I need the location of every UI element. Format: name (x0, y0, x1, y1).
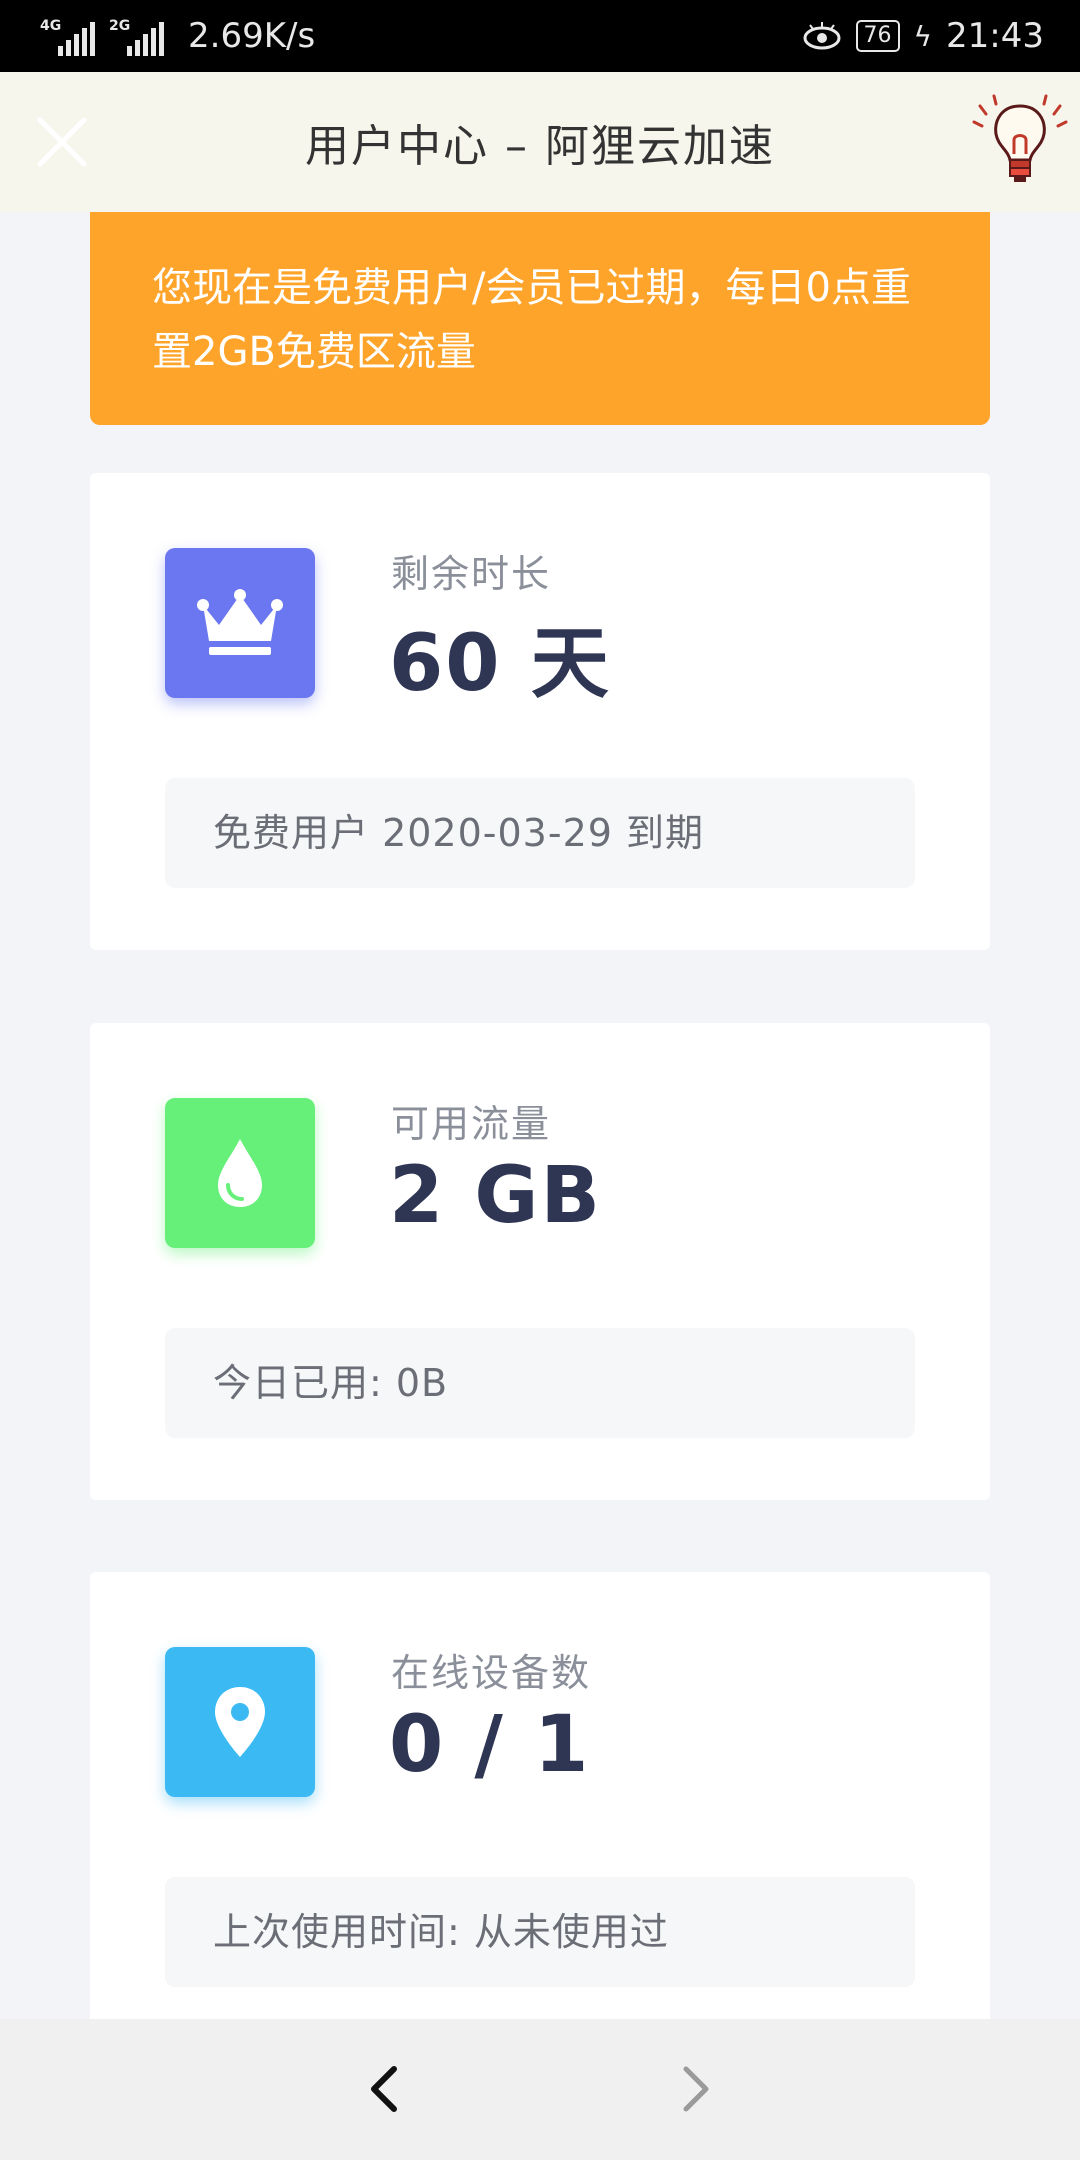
network-type-2: 2G (109, 18, 131, 34)
drop-icon (218, 1139, 262, 1207)
remaining-time-card: 剩余时长 60 天 免费用户 2020-03-29 到期 (90, 473, 990, 950)
chevron-left-icon (371, 2066, 397, 2112)
network-type-1: 4G (40, 18, 62, 34)
network-speed: 2.69K/s (188, 16, 316, 56)
available-traffic-label: 可用流量 (391, 1102, 552, 1146)
location-icon-tile (165, 1647, 315, 1797)
today-usage-info: 今日已用: 0B (165, 1328, 915, 1438)
expiry-info: 免费用户 2020-03-29 到期 (165, 778, 915, 888)
signal-4g-icon: 4G (40, 16, 95, 56)
online-devices-card: 在线设备数 0 / 1 上次使用时间: 从未使用过 (90, 1572, 990, 2049)
chevron-right-icon (683, 2066, 709, 2112)
membership-notice: 您现在是免费用户/会员已过期，每日0点重置2GB免费区流量 (90, 212, 990, 425)
notice-text: 您现在是免费用户/会员已过期，每日0点重置2GB免费区流量 (152, 265, 911, 375)
forward-button[interactable] (664, 2059, 724, 2119)
remaining-time-value: 60 天 (389, 619, 611, 709)
online-devices-label: 在线设备数 (391, 1651, 592, 1695)
battery-level: 76 (855, 20, 900, 52)
drop-icon-tile (165, 1098, 315, 1248)
bottom-navigation (0, 2019, 1080, 2160)
lightbulb-icon (972, 94, 1068, 182)
close-button[interactable] (34, 114, 90, 170)
crown-icon-tile (165, 548, 315, 698)
clock: 21:43 (946, 16, 1044, 56)
status-bar: 4G 2G 2.69K/s 76 ϟ 21:43 (0, 0, 1080, 72)
back-button[interactable] (356, 2059, 416, 2119)
crown-icon (197, 589, 283, 655)
tips-button[interactable] (972, 94, 1068, 190)
charging-icon: ϟ (913, 19, 933, 53)
last-used-info: 上次使用时间: 从未使用过 (165, 1877, 915, 1987)
remaining-time-label: 剩余时长 (391, 552, 552, 596)
header: 用户中心 – 阿狸云加速 (0, 72, 1080, 212)
eye-icon (803, 22, 841, 50)
signal-2g-icon: 2G (109, 16, 164, 56)
location-pin-icon (215, 1687, 265, 1757)
close-icon (37, 117, 87, 167)
page-title: 用户中心 – 阿狸云加速 (305, 121, 775, 172)
available-traffic-card: 可用流量 2 GB 今日已用: 0B (90, 1023, 990, 1500)
online-devices-value: 0 / 1 (389, 1700, 591, 1790)
available-traffic-value: 2 GB (389, 1151, 602, 1241)
